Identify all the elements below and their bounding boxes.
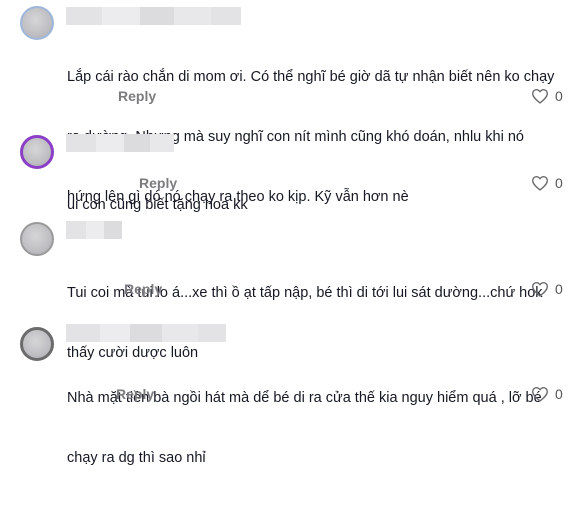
like-button[interactable]: 0 [531,281,563,297]
heart-icon [532,281,548,297]
avatar[interactable] [20,135,54,169]
heart-icon [532,175,548,191]
like-count: 0 [555,386,563,402]
username-redacted[interactable] [66,324,226,342]
like-button[interactable]: 0 [531,175,563,191]
reply-button[interactable]: Reply [139,175,177,191]
like-count: 0 [555,88,563,104]
heart-icon [532,88,548,104]
username-redacted[interactable] [66,7,241,25]
username-redacted[interactable] [66,134,174,152]
reply-button[interactable]: Reply [124,281,162,297]
comment-text-line: chạy ra dg thì sao nhỉ [67,450,206,466]
reply-button[interactable]: Reply [118,88,156,104]
comment-text: ui con cũng biết tặng hoa kk [67,155,567,255]
username-redacted[interactable] [66,221,122,239]
heart-icon [532,386,548,402]
like-count: 0 [555,175,563,191]
like-button[interactable]: 0 [531,386,563,402]
like-button[interactable]: 0 [531,88,563,104]
reply-button[interactable]: Reply [116,386,154,402]
comment-text: Nhà mặt tiền bà ngồi hát mà dể bé di ra … [67,348,567,508]
avatar[interactable] [20,222,54,256]
comment-text-line: ui con cũng biết tặng hoa kk [67,197,248,213]
avatar[interactable] [20,327,54,361]
like-count: 0 [555,281,563,297]
comment-text-line: Lắp cái rào chắn di mom ơi. Có thể nghĩ … [67,69,555,85]
avatar[interactable] [20,6,54,40]
